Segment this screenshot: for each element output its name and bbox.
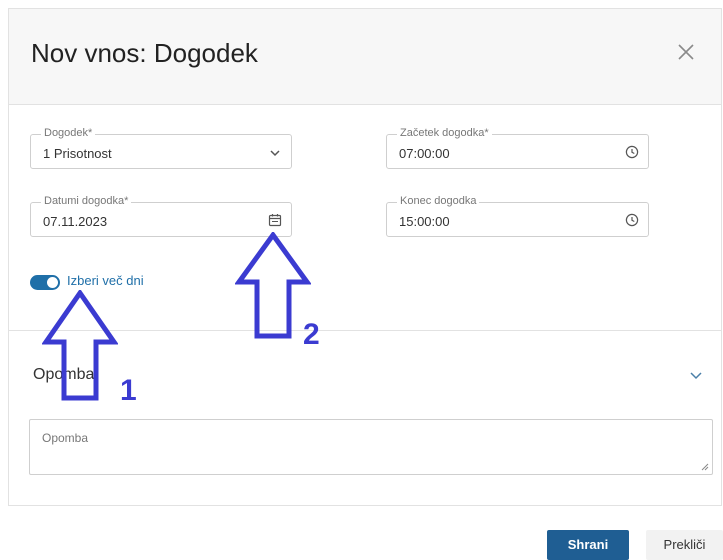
new-entry-dialog: Nov vnos: Dogodek Dogodek* 1 Prisotnost … xyxy=(8,8,722,506)
multi-day-toggle-label[interactable]: Izberi več dni xyxy=(67,273,144,288)
annotation-label-2: 2 xyxy=(303,318,320,351)
chevron-down-icon[interactable] xyxy=(268,146,282,160)
event-type-select[interactable]: Dogodek* 1 Prisotnost xyxy=(30,127,292,169)
event-type-label: Dogodek* xyxy=(41,127,96,139)
resize-grip-icon[interactable] xyxy=(700,462,709,471)
close-icon[interactable] xyxy=(673,39,699,65)
start-time-label: Začetek dogodka* xyxy=(397,127,492,139)
start-time-field[interactable]: Začetek dogodka* 07:00:00 xyxy=(386,127,649,169)
annotation-label-1: 1 xyxy=(120,374,137,407)
end-time-label: Konec dogodka xyxy=(397,195,480,207)
note-textarea[interactable]: Opomba xyxy=(29,419,713,475)
save-button[interactable]: Shrani xyxy=(547,530,629,560)
calendar-icon[interactable] xyxy=(268,213,282,227)
clock-icon[interactable] xyxy=(625,213,639,227)
event-type-value: 1 Prisotnost xyxy=(43,146,112,161)
end-time-field[interactable]: Konec dogodka 15:00:00 xyxy=(386,195,649,237)
chevron-down-icon[interactable] xyxy=(689,371,703,381)
event-date-label: Datumi dogodka* xyxy=(41,195,132,207)
toggle-knob xyxy=(47,277,58,288)
start-time-value: 07:00:00 xyxy=(399,146,450,161)
clock-icon[interactable] xyxy=(625,145,639,159)
dialog-header: Nov vnos: Dogodek xyxy=(9,9,721,105)
note-placeholder: Opomba xyxy=(42,431,89,445)
multi-day-toggle[interactable] xyxy=(30,275,60,290)
dialog-title: Nov vnos: Dogodek xyxy=(31,38,258,68)
event-date-value: 07.11.2023 xyxy=(43,214,108,229)
annotation-arrow-up-icon xyxy=(235,232,311,339)
end-time-value: 15:00:00 xyxy=(399,214,450,229)
cancel-button[interactable]: Prekliči xyxy=(646,530,723,560)
annotation-arrow-up-icon xyxy=(42,290,118,401)
